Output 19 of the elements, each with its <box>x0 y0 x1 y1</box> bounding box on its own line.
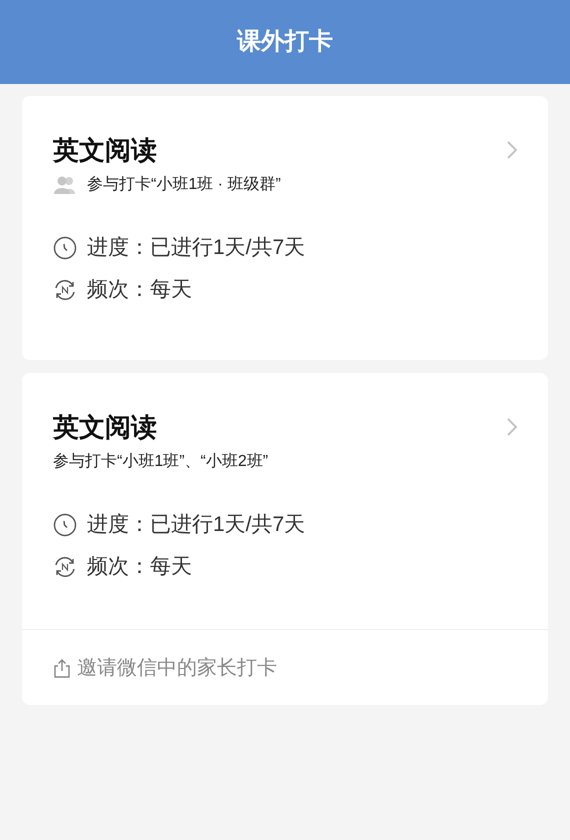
invite-link[interactable]: 邀请微信中的家长打卡 <box>53 652 277 682</box>
participants-text: 参与打卡“小班1班 · 班级群” <box>87 174 281 195</box>
chevron-right-icon <box>507 141 517 159</box>
share-icon <box>53 658 71 678</box>
task-card[interactable]: 英文阅读 参与打卡“小班1班 · 班级群” 进度：已进行1天/共7天 频次：每天 <box>22 96 548 360</box>
task-title: 英文阅读 <box>53 411 157 444</box>
page-title: 课外打卡 <box>237 27 333 57</box>
refresh-icon <box>53 555 77 579</box>
participants-text: 参与打卡“小班1班”、“小班2班” <box>53 452 268 472</box>
progress-text: 进度：已进行1天/共7天 <box>87 512 306 538</box>
frequency-text: 频次：每天 <box>87 554 192 580</box>
frequency-text: 频次：每天 <box>87 277 192 304</box>
task-title: 英文阅读 <box>53 134 157 167</box>
progress-text: 进度：已进行1天/共7天 <box>87 235 306 262</box>
clock-icon <box>53 513 77 537</box>
clock-icon <box>53 236 77 260</box>
task-card[interactable]: 英文阅读 参与打卡“小班1班”、“小班2班” 进度：已进行1天/共7天 频次：每天 邀请微信中的家长打卡 <box>22 373 548 705</box>
chevron-right-icon <box>507 418 517 436</box>
refresh-icon <box>53 278 77 302</box>
